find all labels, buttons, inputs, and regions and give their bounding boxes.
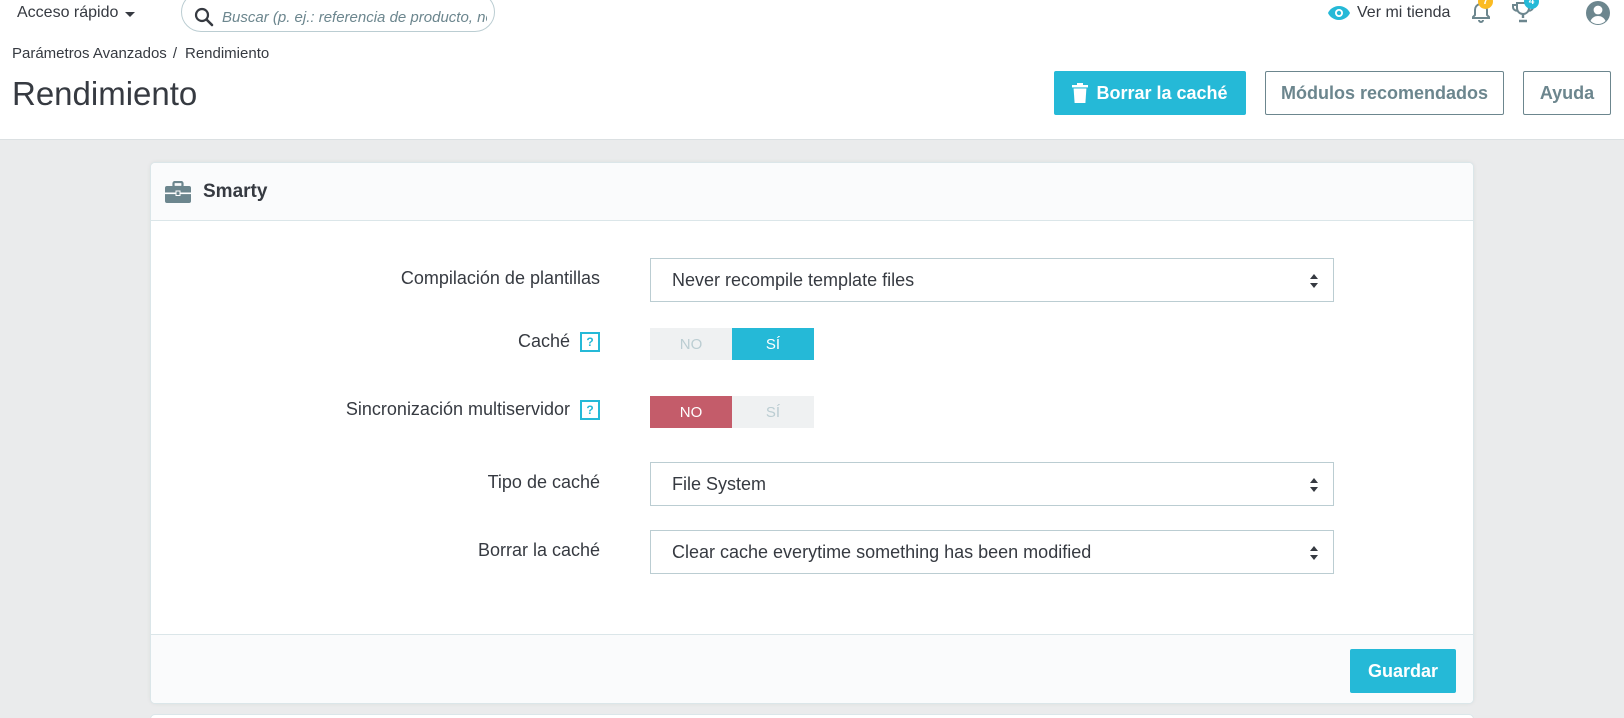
multiserver-sync-switch-yes[interactable]: SÍ	[732, 396, 814, 428]
help-question-icon[interactable]: ?	[580, 399, 600, 420]
user-circle-icon	[1586, 1, 1610, 25]
cache-switch-yes[interactable]: SÍ	[732, 328, 814, 360]
breadcrumb-item-performance: Rendimiento	[184, 45, 270, 62]
cache-type-label: Tipo de caché	[488, 472, 600, 493]
account-avatar[interactable]	[1585, 0, 1611, 26]
cache-switch-no[interactable]: NO	[650, 328, 732, 360]
recommended-modules-button[interactable]: Módulos recomendados	[1265, 71, 1504, 115]
notifications-button[interactable]: 7	[1466, 0, 1496, 26]
view-shop-label: Ver mi tienda	[1357, 4, 1451, 21]
search-icon[interactable]	[194, 7, 214, 27]
multiserver-sync-switch-no[interactable]: NO	[650, 396, 732, 428]
multiserver-sync-label: Sincronización multiservidor ?	[346, 399, 600, 420]
select-arrows-icon	[1310, 478, 1318, 492]
panel-footer: Guardar	[151, 634, 1473, 703]
help-label: Ayuda	[1539, 82, 1595, 103]
template-compilation-label: Compilación de plantillas	[401, 268, 600, 289]
quick-access-dropdown[interactable]: Acceso rápido	[17, 0, 136, 26]
help-question-icon[interactable]: ?	[580, 331, 600, 352]
trash-icon	[1072, 83, 1089, 103]
cache-type-value: File System	[672, 473, 767, 494]
top-header: Acceso rápido Ver mi tienda 7 4	[0, 0, 1624, 140]
quick-access-label: Acceso rápido	[17, 4, 119, 21]
select-arrows-icon	[1310, 546, 1318, 560]
cache-type-label-text: Tipo de caché	[487, 472, 600, 492]
clear-cache-label: Borrar la caché	[1096, 82, 1228, 103]
smarty-panel: Smarty Compilación de plantillas Never r…	[150, 162, 1474, 704]
orders-button[interactable]: 4	[1509, 0, 1539, 26]
search-input[interactable]	[222, 9, 487, 26]
next-panel-edge	[150, 714, 1474, 718]
clear-cache-select[interactable]: Clear cache everytime something has been…	[650, 530, 1334, 574]
search-box[interactable]	[181, 0, 495, 32]
panel-title: Smarty	[203, 180, 268, 202]
clear-cache-field-label: Borrar la caché	[478, 540, 600, 561]
cache-label-text: Caché	[517, 331, 570, 351]
page-title: Rendimiento	[12, 75, 198, 112]
multiserver-sync-switch[interactable]: NO SÍ	[650, 396, 814, 428]
breadcrumb-separator: /	[172, 45, 177, 62]
cache-type-select[interactable]: File System	[650, 462, 1334, 506]
breadcrumb-item-advanced-params[interactable]: Parámetros Avanzados	[12, 45, 167, 62]
orders-badge: 4	[1524, 0, 1539, 9]
caret-down-icon	[125, 11, 136, 17]
briefcase-icon	[165, 180, 191, 203]
breadcrumb: Parámetros Avanzados / Rendimiento	[12, 45, 269, 62]
eye-icon	[1328, 6, 1350, 20]
panel-heading: Smarty	[151, 163, 1473, 221]
multiserver-sync-label-text: Sincronización multiservidor	[345, 399, 570, 419]
template-compilation-value: Never recompile template files	[672, 269, 915, 290]
save-button[interactable]: Guardar	[1350, 649, 1456, 693]
clear-cache-button[interactable]: Borrar la caché	[1054, 71, 1246, 115]
help-button[interactable]: Ayuda	[1523, 71, 1611, 115]
clear-cache-field-label-text: Borrar la caché	[477, 540, 600, 560]
cache-label: Caché ?	[518, 331, 600, 352]
template-compilation-label-text: Compilación de plantillas	[400, 268, 600, 288]
cache-switch[interactable]: NO SÍ	[650, 328, 814, 360]
recommended-modules-label: Módulos recomendados	[1280, 82, 1489, 103]
view-shop-link[interactable]: Ver mi tienda	[1327, 0, 1450, 26]
clear-cache-value: Clear cache everytime something has been…	[672, 541, 1092, 562]
template-compilation-select[interactable]: Never recompile template files	[650, 258, 1334, 302]
select-arrows-icon	[1310, 274, 1318, 288]
